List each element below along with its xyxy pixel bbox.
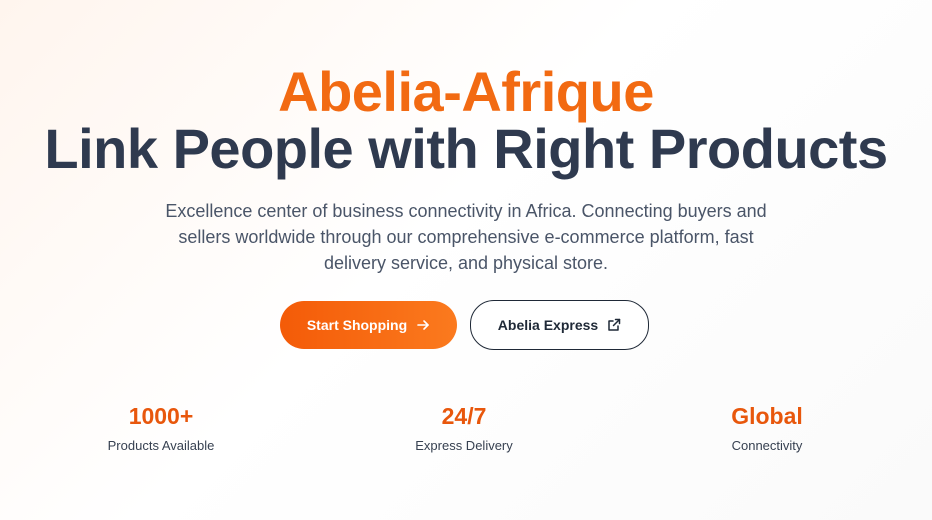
stat-label: Connectivity — [731, 438, 803, 453]
arrow-right-icon — [417, 320, 429, 330]
hero-headline: Link People with Right Products — [44, 117, 888, 180]
abelia-express-label: Abelia Express — [497, 317, 599, 333]
start-shopping-button[interactable]: Start Shopping — [280, 301, 457, 349]
hero-section: Abelia-Afrique Link People with Right Pr… — [0, 0, 932, 520]
brand-title: Abelia-Afrique — [278, 60, 654, 123]
stat-value: 24/7 — [441, 403, 487, 429]
stat-value: 1000+ — [128, 403, 194, 429]
stat-connectivity: Global Connectivity — [617, 400, 917, 455]
abelia-express-button[interactable]: Abelia Express — [470, 300, 649, 350]
stat-label: Express Delivery — [415, 438, 513, 453]
stat-delivery: 24/7 Express Delivery — [314, 400, 614, 455]
external-link-icon — [608, 318, 621, 331]
stat-products: 1000+ Products Available — [11, 400, 311, 455]
hero-description: Excellence center of business connectivi… — [165, 201, 767, 273]
stat-label: Products Available — [107, 438, 215, 453]
stat-value: Global — [731, 403, 803, 429]
start-shopping-label: Start Shopping — [306, 317, 408, 333]
